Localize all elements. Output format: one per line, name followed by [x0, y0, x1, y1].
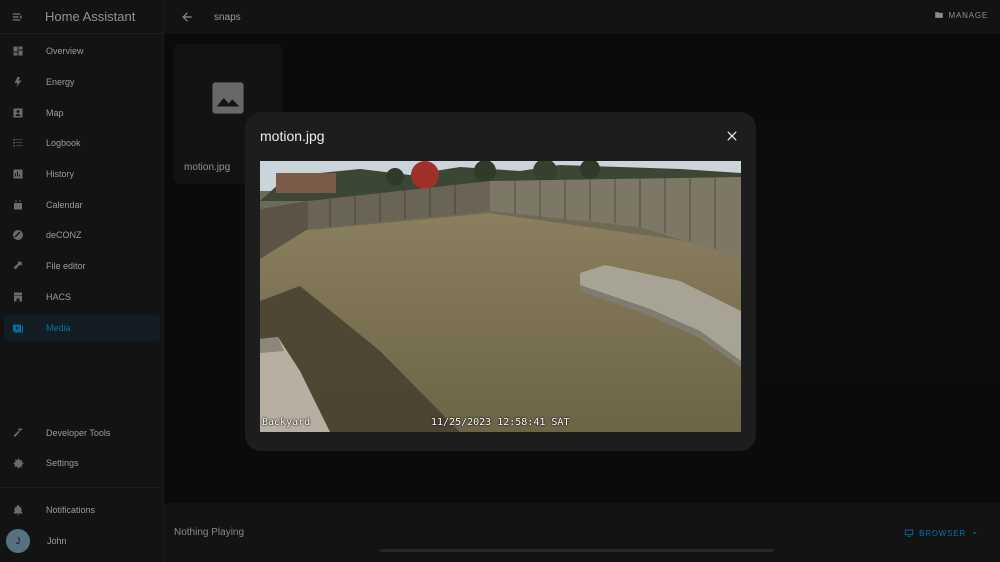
camera-name-overlay: Backyard — [262, 417, 311, 428]
close-icon[interactable] — [724, 128, 740, 144]
dialog-title: motion.jpg — [260, 128, 325, 144]
image-preview-dialog: motion.jpg Backyard 11/25/2023 12:58:41 … — [245, 112, 756, 451]
app-root: Home Assistant Overview Energy Map Logbo… — [0, 0, 1000, 562]
backyard-photo — [260, 161, 741, 432]
camera-snapshot-image: Backyard 11/25/2023 12:58:41 SAT — [260, 161, 741, 432]
timestamp-overlay: 11/25/2023 12:58:41 SAT — [431, 417, 570, 428]
